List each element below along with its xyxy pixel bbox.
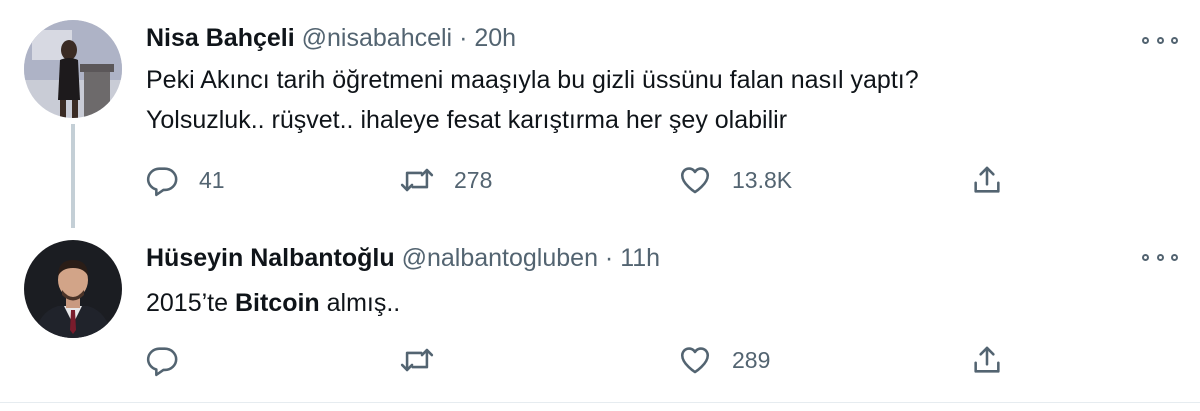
tweet-header: Nisa Bahçeli @nisabahceli · 20h <box>146 23 516 53</box>
reply-icon <box>146 347 178 377</box>
reply-icon <box>146 167 178 197</box>
share-button[interactable] <box>970 340 1004 380</box>
tweet-text-bold: Bitcoin <box>234 289 320 317</box>
tweet-header: Hüseyin Nalbantoğlu @nalbantogluben · 11… <box>146 243 660 273</box>
more-icon[interactable] <box>1142 30 1178 50</box>
display-name[interactable]: Hüseyin Nalbantoğlu <box>146 244 395 272</box>
retweet-icon <box>400 168 434 192</box>
tweet-text-line: 2015’te Bitcoin almış.. <box>146 283 1146 323</box>
tweet-actions: 41 278 13.8K <box>0 160 1200 200</box>
tweet[interactable]: Hüseyin Nalbantoğlu @nalbantogluben · 11… <box>0 232 1200 402</box>
retweet-count: 278 <box>454 166 493 193</box>
share-icon <box>974 166 1000 193</box>
tweet-text: 2015’te Bitcoin almış.. <box>146 283 1146 323</box>
separator: · <box>604 244 614 272</box>
tweet-text-line: Yolsuzluk.. rüşvet.. ihaleye fesat karış… <box>146 106 788 134</box>
like-count: 13.8K <box>732 166 793 193</box>
retweet-icon <box>400 348 434 372</box>
retweet-button[interactable] <box>400 340 454 380</box>
user-handle[interactable]: @nalbantogluben <box>402 244 598 272</box>
avatar[interactable] <box>24 240 122 338</box>
timestamp[interactable]: 11h <box>620 244 660 272</box>
reply-button[interactable]: 41 <box>145 160 225 200</box>
like-button[interactable]: 289 <box>678 340 770 380</box>
like-icon <box>680 167 710 194</box>
tweet-text: Peki Akıncı tarih öğretmeni maaşıyla bu … <box>146 60 1146 140</box>
divider <box>0 402 1200 403</box>
reply-count: 41 <box>199 166 225 193</box>
more-icon[interactable] <box>1142 247 1178 267</box>
avatar[interactable] <box>24 20 122 118</box>
like-icon <box>680 347 710 374</box>
tweet-text-part: almış.. <box>319 289 401 317</box>
tweet-text-line: Peki Akıncı tarih öğretmeni maaşıyla bu … <box>146 66 919 94</box>
timestamp[interactable]: 20h <box>474 24 516 52</box>
reply-button[interactable] <box>145 340 199 380</box>
separator: · <box>459 24 468 52</box>
like-button[interactable]: 13.8K <box>678 160 792 200</box>
retweet-button[interactable]: 278 <box>400 160 492 200</box>
like-count: 289 <box>732 346 771 373</box>
tweet[interactable]: Nisa Bahçeli @nisabahceli · 20h Peki Akı… <box>0 0 1200 232</box>
tweet-text-part: 2015’te <box>146 289 235 317</box>
user-handle[interactable]: @nisabahceli <box>302 24 452 52</box>
tweet-actions: 289 <box>0 340 1200 380</box>
display-name[interactable]: Nisa Bahçeli <box>146 24 295 52</box>
share-icon <box>974 346 1000 373</box>
share-button[interactable] <box>970 160 1004 200</box>
